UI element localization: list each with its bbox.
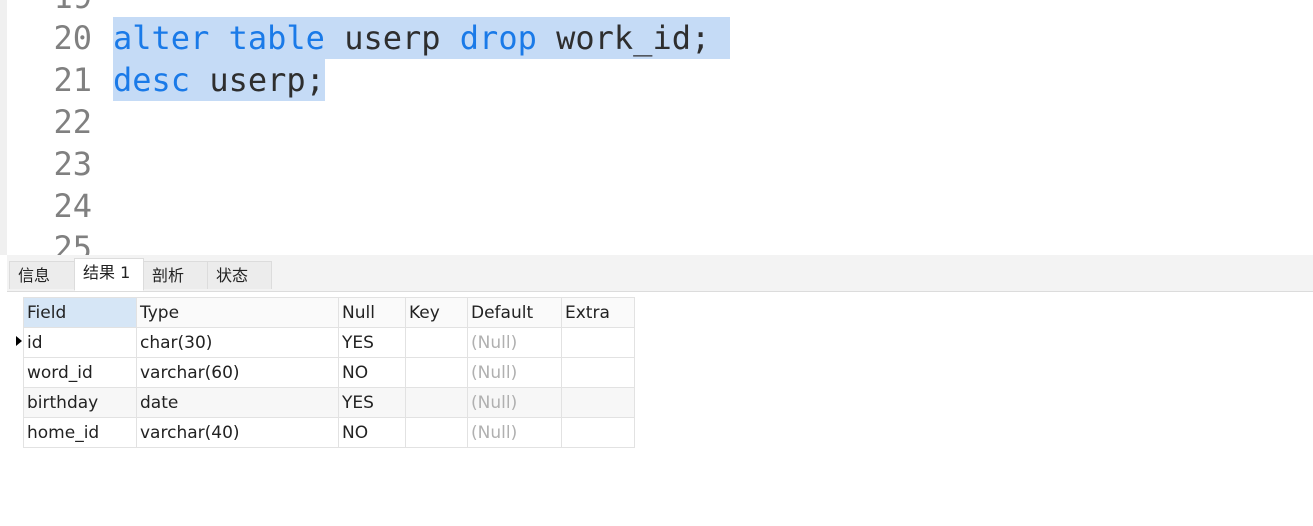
column-header-key[interactable]: Key bbox=[405, 297, 468, 328]
table-row[interactable]: id char(30) YES (Null) bbox=[23, 327, 635, 358]
keyword-token: table bbox=[228, 19, 325, 57]
cell-key[interactable] bbox=[405, 387, 468, 418]
cell-null[interactable]: YES bbox=[338, 387, 406, 418]
line-number: 24 bbox=[53, 187, 92, 225]
grid-header-row: Field Type Null Key Default Extra bbox=[23, 297, 635, 328]
cell-field[interactable]: birthday bbox=[23, 387, 137, 418]
cell-field[interactable]: word_id bbox=[23, 357, 137, 388]
keyword-token: desc bbox=[113, 61, 191, 99]
code-token: userp bbox=[324, 19, 460, 57]
cell-extra[interactable] bbox=[561, 327, 635, 358]
line-number: 23 bbox=[53, 145, 92, 183]
cell-type[interactable]: date bbox=[136, 387, 339, 418]
keyword-token: alter bbox=[113, 19, 210, 57]
column-header-null[interactable]: Null bbox=[338, 297, 406, 328]
line-number: 22 bbox=[53, 103, 92, 141]
table-row[interactable]: birthday date YES (Null) bbox=[23, 387, 635, 418]
result-grid[interactable]: Field Type Null Key Default Extra id cha… bbox=[23, 297, 635, 448]
cell-extra[interactable] bbox=[561, 417, 635, 448]
editor-line-22[interactable]: 22 bbox=[0, 101, 1313, 143]
table-row[interactable]: word_id varchar(60) NO (Null) bbox=[23, 357, 635, 388]
cell-type[interactable]: char(30) bbox=[136, 327, 339, 358]
cell-key[interactable] bbox=[405, 417, 468, 448]
code-line-20[interactable]: alter table userp drop work_id; bbox=[113, 17, 730, 59]
tab-status[interactable]: 状态 bbox=[207, 261, 272, 289]
cell-default[interactable]: (Null) bbox=[467, 387, 562, 418]
keyword-token: drop bbox=[459, 19, 537, 57]
editor-line-25[interactable]: 25 bbox=[0, 227, 1313, 255]
table-row[interactable]: home_id varchar(40) NO (Null) bbox=[23, 417, 635, 448]
cell-type[interactable]: varchar(40) bbox=[136, 417, 339, 448]
cell-key[interactable] bbox=[405, 357, 468, 388]
editor-line-24[interactable]: 24 bbox=[0, 185, 1313, 227]
line-number: 19 bbox=[20, 0, 92, 18]
cell-null[interactable]: YES bbox=[338, 327, 406, 358]
result-tabbar: 信息 结果 1 剖析 状态 bbox=[7, 255, 1313, 292]
editor-line-23[interactable]: 23 bbox=[0, 143, 1313, 185]
cell-extra[interactable] bbox=[561, 387, 635, 418]
cell-key[interactable] bbox=[405, 327, 468, 358]
column-header-field[interactable]: Field bbox=[23, 297, 137, 328]
sql-editor[interactable]: 19 20 alter table userp drop work_id; 21… bbox=[0, 0, 1313, 255]
current-row-marker-icon bbox=[16, 336, 22, 346]
line-number: 25 bbox=[53, 229, 92, 255]
editor-line-19: 19 bbox=[0, 0, 1313, 18]
app-root: 19 20 alter table userp drop work_id; 21… bbox=[0, 0, 1313, 526]
code-line-21[interactable]: desc userp; bbox=[113, 59, 325, 101]
column-header-type[interactable]: Type bbox=[136, 297, 339, 328]
tab-result-1[interactable]: 结果 1 bbox=[74, 258, 144, 291]
code-token: work_id; bbox=[536, 19, 730, 57]
editor-line-20[interactable]: 20 alter table userp drop work_id; bbox=[0, 17, 1313, 59]
tab-info[interactable]: 信息 bbox=[9, 261, 75, 289]
editor-line-21[interactable]: 21 desc userp; bbox=[0, 59, 1313, 101]
cell-field[interactable]: home_id bbox=[23, 417, 137, 448]
column-header-default[interactable]: Default bbox=[467, 297, 562, 328]
column-header-extra[interactable]: Extra bbox=[561, 297, 635, 328]
cell-default[interactable]: (Null) bbox=[467, 417, 562, 448]
cell-extra[interactable] bbox=[561, 357, 635, 388]
result-panel: Field Type Null Key Default Extra id cha… bbox=[7, 292, 1313, 526]
line-number: 20 bbox=[53, 19, 92, 57]
code-token: userp; bbox=[190, 61, 325, 99]
line-number: 21 bbox=[53, 61, 92, 99]
tab-profile[interactable]: 剖析 bbox=[143, 261, 208, 289]
cell-default[interactable]: (Null) bbox=[467, 327, 562, 358]
cell-field[interactable]: id bbox=[23, 327, 137, 358]
cell-null[interactable]: NO bbox=[338, 357, 406, 388]
cell-null[interactable]: NO bbox=[338, 417, 406, 448]
cell-type[interactable]: varchar(60) bbox=[136, 357, 339, 388]
cell-default[interactable]: (Null) bbox=[467, 357, 562, 388]
